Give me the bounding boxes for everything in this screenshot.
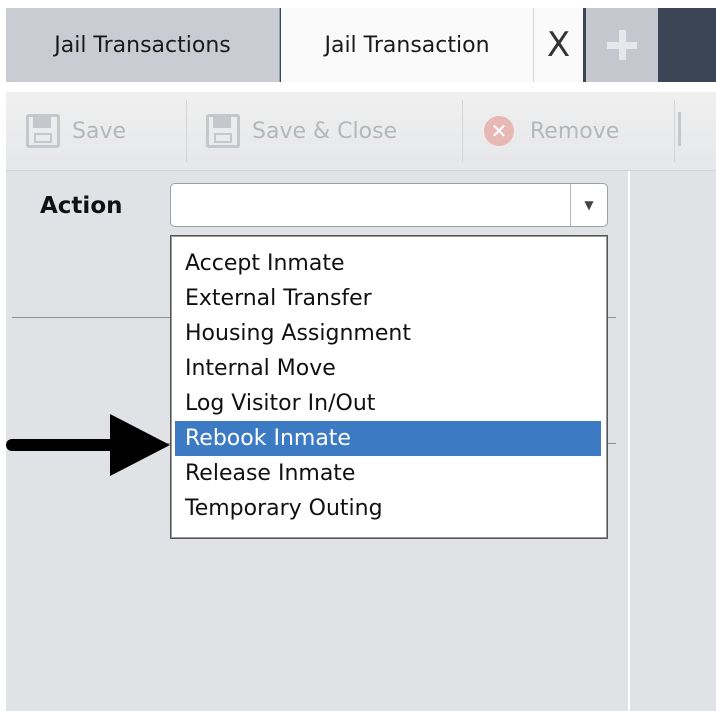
arrow-pointer-icon [6, 414, 170, 476]
panel-divider [6, 82, 716, 92]
tab-jail-transaction[interactable]: Jail Transaction [281, 8, 533, 82]
tab-jail-transaction-label: Jail Transaction [324, 32, 490, 58]
dropdown-item[interactable]: Accept Inmate [175, 246, 601, 281]
toolbar-separator [462, 100, 463, 162]
add-tab-button[interactable] [586, 8, 658, 82]
action-combobox[interactable]: ▼ [170, 183, 608, 227]
close-icon: X [546, 25, 571, 65]
plus-icon [607, 30, 637, 60]
dropdown-item[interactable]: External Transfer [175, 281, 601, 316]
tab-jail-transactions[interactable]: Jail Transactions [6, 8, 280, 82]
dropdown-item[interactable]: Housing Assignment [175, 316, 601, 351]
close-tab-button[interactable]: X [533, 8, 583, 82]
toolbar: Save Save & Close ✕ Remove [6, 92, 716, 171]
save-close-button-label: Save & Close [252, 118, 398, 144]
remove-button[interactable]: ✕ Remove [484, 92, 619, 170]
remove-button-label: Remove [530, 118, 620, 144]
dropdown-item-selected[interactable]: Rebook Inmate [175, 421, 601, 456]
dropdown-item[interactable]: Temporary Outing [175, 491, 601, 526]
action-dropdown-list: Accept Inmate External Transfer Housing … [170, 235, 608, 539]
dropdown-item[interactable]: Release Inmate [175, 456, 601, 491]
tab-jail-transactions-label: Jail Transactions [54, 32, 231, 58]
remove-x-icon: ✕ [484, 116, 514, 146]
save-close-button[interactable]: Save & Close [206, 92, 397, 170]
disk-icon[interactable] [678, 112, 716, 146]
action-label: Action [40, 193, 123, 219]
chevron-down-icon[interactable]: ▼ [570, 184, 607, 226]
main-panel: Save Save & Close ✕ Remove Action ▼ Acce… [6, 82, 716, 711]
save-button-label: Save [72, 118, 127, 144]
dropdown-item[interactable]: Log Visitor In/Out [175, 386, 601, 421]
save-button[interactable]: Save [26, 92, 126, 170]
disk-icon [26, 114, 60, 148]
dropdown-item[interactable]: Internal Move [175, 351, 601, 386]
disk-icon [206, 114, 240, 148]
toolbar-separator [186, 100, 187, 162]
jail-transaction-window: Jail Transactions Jail Transaction X Sav… [0, 0, 716, 711]
toolbar-separator [674, 100, 675, 162]
tab-strip: Jail Transactions Jail Transaction X [6, 8, 716, 82]
